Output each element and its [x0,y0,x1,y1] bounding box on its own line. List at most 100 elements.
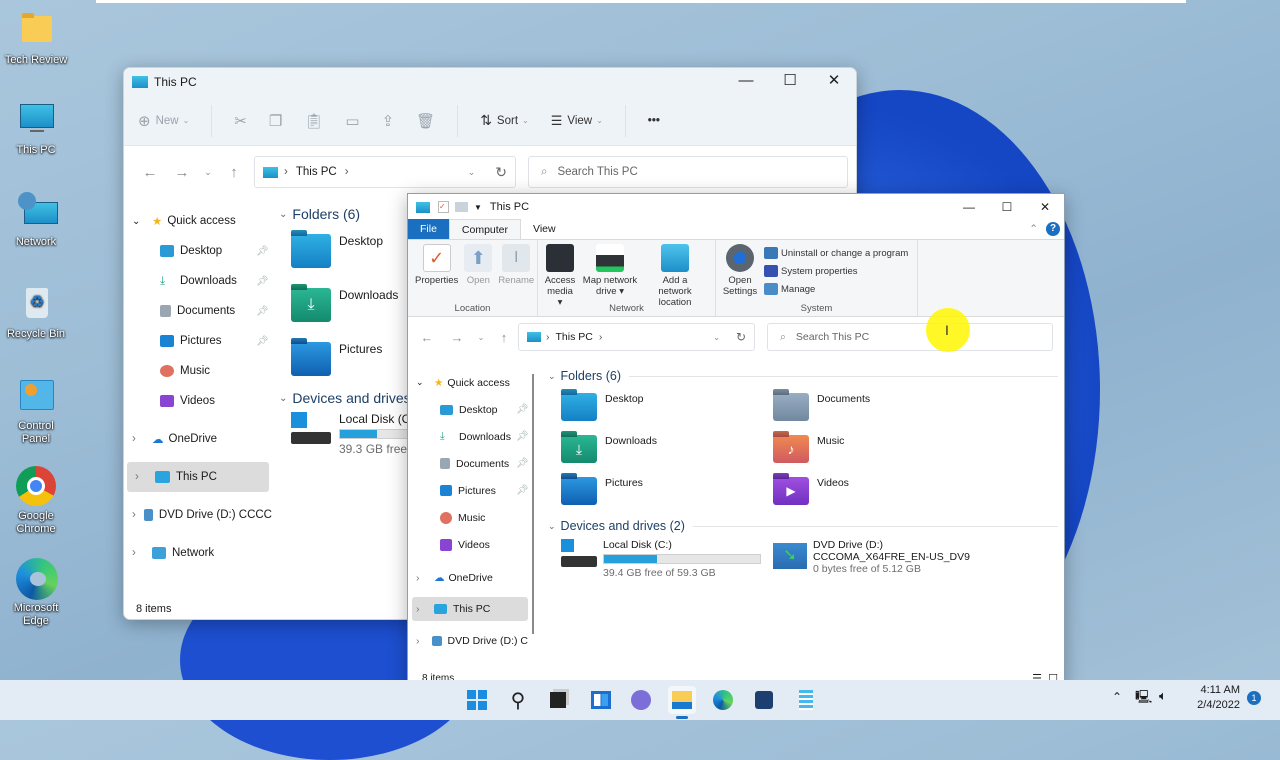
new-folder-quick-icon[interactable] [455,202,468,212]
nav-item-documents[interactable]: Documents 📌︎ [412,450,529,477]
devices-group-header[interactable]: ⌄ Devices and drives (2) [548,519,1058,533]
file-explorer-button[interactable] [668,686,696,714]
help-icon[interactable]: ? [1046,222,1060,236]
desktop-icon-microsoft-edge[interactable]: Microsoft Edge [0,558,72,628]
nav-quick-access[interactable]: ⌄ ★ Quick access [412,369,528,396]
folders-group-header[interactable]: ⌄ Folders (6) [548,369,1058,383]
task-view-button[interactable] [544,686,572,714]
nav-item-documents[interactable]: Documents 📌︎ [124,296,272,326]
teams-chat-button[interactable] [627,686,655,714]
desktop-icon-network[interactable]: Network [0,192,72,249]
rename-button[interactable]: ▭ [345,112,359,130]
notepad-button[interactable] [792,686,820,714]
refresh-icon[interactable]: ↻ [736,330,746,344]
share-button[interactable]: ⇪ [382,112,395,130]
nav-pane-scrollbar[interactable] [532,374,534,634]
folder-documents[interactable]: Documents [773,393,973,421]
minimize-button[interactable]: — [950,194,988,220]
refresh-icon[interactable]: ↻ [495,164,507,181]
breadcrumb-this-pc[interactable]: This PC [556,331,593,343]
tab-view[interactable]: View [521,219,568,239]
up-button[interactable]: ↑ [218,164,250,181]
search-box[interactable]: ⌕ Search This PC [767,323,1053,351]
notification-badge[interactable]: 1 [1247,691,1261,705]
tab-file[interactable]: File [408,219,449,239]
folder-desktop[interactable]: Desktop [561,393,773,421]
sort-button[interactable]: ⇅ Sort ⌄ [480,112,529,129]
chevron-down-icon: ⌄ [548,520,556,531]
nav-network[interactable]: › Network [124,538,272,568]
desktop-icon-this-pc[interactable]: This PC [0,100,72,157]
cut-button[interactable]: ✂ [234,112,247,130]
nav-item-downloads[interactable]: ⤓ Downloads 📌︎ [124,266,272,296]
nav-item-music[interactable]: Music [412,504,528,531]
more-options-button[interactable]: ••• [648,115,660,127]
folder-music[interactable]: ♪ Music [773,435,973,463]
nav-onedrive[interactable]: › ☁ OneDrive [412,564,528,591]
close-button[interactable]: ✕ [812,68,856,94]
close-button[interactable]: ✕ [1026,194,1064,220]
desktop-icon-google-chrome[interactable]: Google Chrome [0,466,72,536]
show-hidden-icons-button[interactable]: ⌃ [1112,690,1122,704]
tab-computer[interactable]: Computer [448,219,522,239]
uninstall-program-button[interactable]: Uninstall or change a program [764,244,908,262]
edge-button[interactable] [709,686,737,714]
properties-quick-icon[interactable]: ✓ [438,201,449,213]
drive-local-disk[interactable]: Local Disk (C:) 39.4 GB free of 59.3 GB [561,539,773,579]
nav-item-pictures[interactable]: Pictures 📌︎ [412,477,529,504]
clock[interactable]: 4:11 AM 2/4/2022 [1180,683,1240,713]
customize-quick-access-icon[interactable]: ▼ [474,203,482,212]
nav-dvd-drive[interactable]: › DVD Drive (D:) C [412,627,528,654]
nav-dvd-drive[interactable]: › DVD Drive (D:) CCCC [124,500,272,530]
address-bar[interactable]: › This PC › ⌄ ↻ [518,323,755,351]
address-dropdown-icon[interactable]: ⌄ [468,167,476,178]
nav-quick-access[interactable]: ⌄ ★ Quick access [124,206,272,236]
nav-item-desktop[interactable]: Desktop 📌︎ [412,396,529,423]
start-button[interactable] [463,686,491,714]
minimize-button[interactable]: — [724,68,768,94]
desktop-icon-control-panel[interactable]: Control Panel [0,376,72,446]
forward-button[interactable]: → [166,164,198,181]
desktop-icon-recycle-bin[interactable]: ♻ Recycle Bin [0,284,72,341]
system-properties-button[interactable]: System properties [764,262,908,280]
nav-item-music[interactable]: Music [124,356,272,386]
copy-button[interactable]: ❐ [269,112,282,130]
maximize-button[interactable]: ☐ [988,194,1026,220]
search-button[interactable]: ⚲ [504,686,532,714]
back-button[interactable]: ← [134,164,166,181]
address-bar[interactable]: › This PC › ⌄ ↻ [254,156,516,188]
forward-button[interactable]: → [442,330,472,345]
search-box[interactable]: ⌕ Search This PC [528,156,848,188]
nav-item-downloads[interactable]: ⤓ Downloads 📌︎ [412,423,529,450]
recent-dropdown[interactable]: ⌄ [472,333,490,342]
nav-item-videos[interactable]: Videos [124,386,272,416]
nav-onedrive[interactable]: › ☁ OneDrive [124,424,272,454]
folder-videos[interactable]: ▶ Videos [773,477,973,505]
back-button[interactable]: ← [412,330,442,345]
up-button[interactable]: ↑ [490,330,518,345]
network-status-icon[interactable]: 🖳︎ [1135,688,1152,710]
manage-button[interactable]: Manage [764,280,908,298]
delete-button[interactable]: 🗑︎ [416,112,435,130]
address-dropdown-icon[interactable]: ⌄ [713,333,720,342]
folder-pictures[interactable]: Pictures [561,477,773,505]
new-button[interactable]: ⊕ New ⌄ [138,112,189,130]
maximize-button[interactable]: ☐ [768,68,812,94]
collapse-ribbon-icon[interactable]: ⌃ [1029,219,1038,239]
view-button[interactable]: ☰ View ⌄ [551,113,603,129]
nav-this-pc[interactable]: › This PC [412,597,528,621]
file-explorer-window-front[interactable]: ✓ ▼ This PC — ☐ ✕ File Computer View ⌃ ?… [407,193,1065,689]
breadcrumb-this-pc[interactable]: This PC [296,166,337,178]
folder-downloads[interactable]: ⤓ Downloads [561,435,773,463]
volume-icon[interactable]: 🔈︎ [1159,688,1167,704]
recent-dropdown[interactable]: ⌄ [198,167,218,178]
desktop-icon-tech-review[interactable]: Tech Review [0,10,72,67]
nav-item-videos[interactable]: Videos [412,531,528,558]
nav-this-pc[interactable]: › This PC [127,462,269,492]
nav-item-pictures[interactable]: Pictures 📌︎ [124,326,272,356]
drive-dvd[interactable]: ➘ DVD Drive (D:) CCCOMA_X64FRE_EN-US_DV9 0… [773,539,970,579]
nav-item-desktop[interactable]: Desktop 📌︎ [124,236,272,266]
widgets-button[interactable] [587,686,615,714]
paste-button[interactable]: 📋︎ [304,112,323,130]
store-button[interactable] [750,686,778,714]
